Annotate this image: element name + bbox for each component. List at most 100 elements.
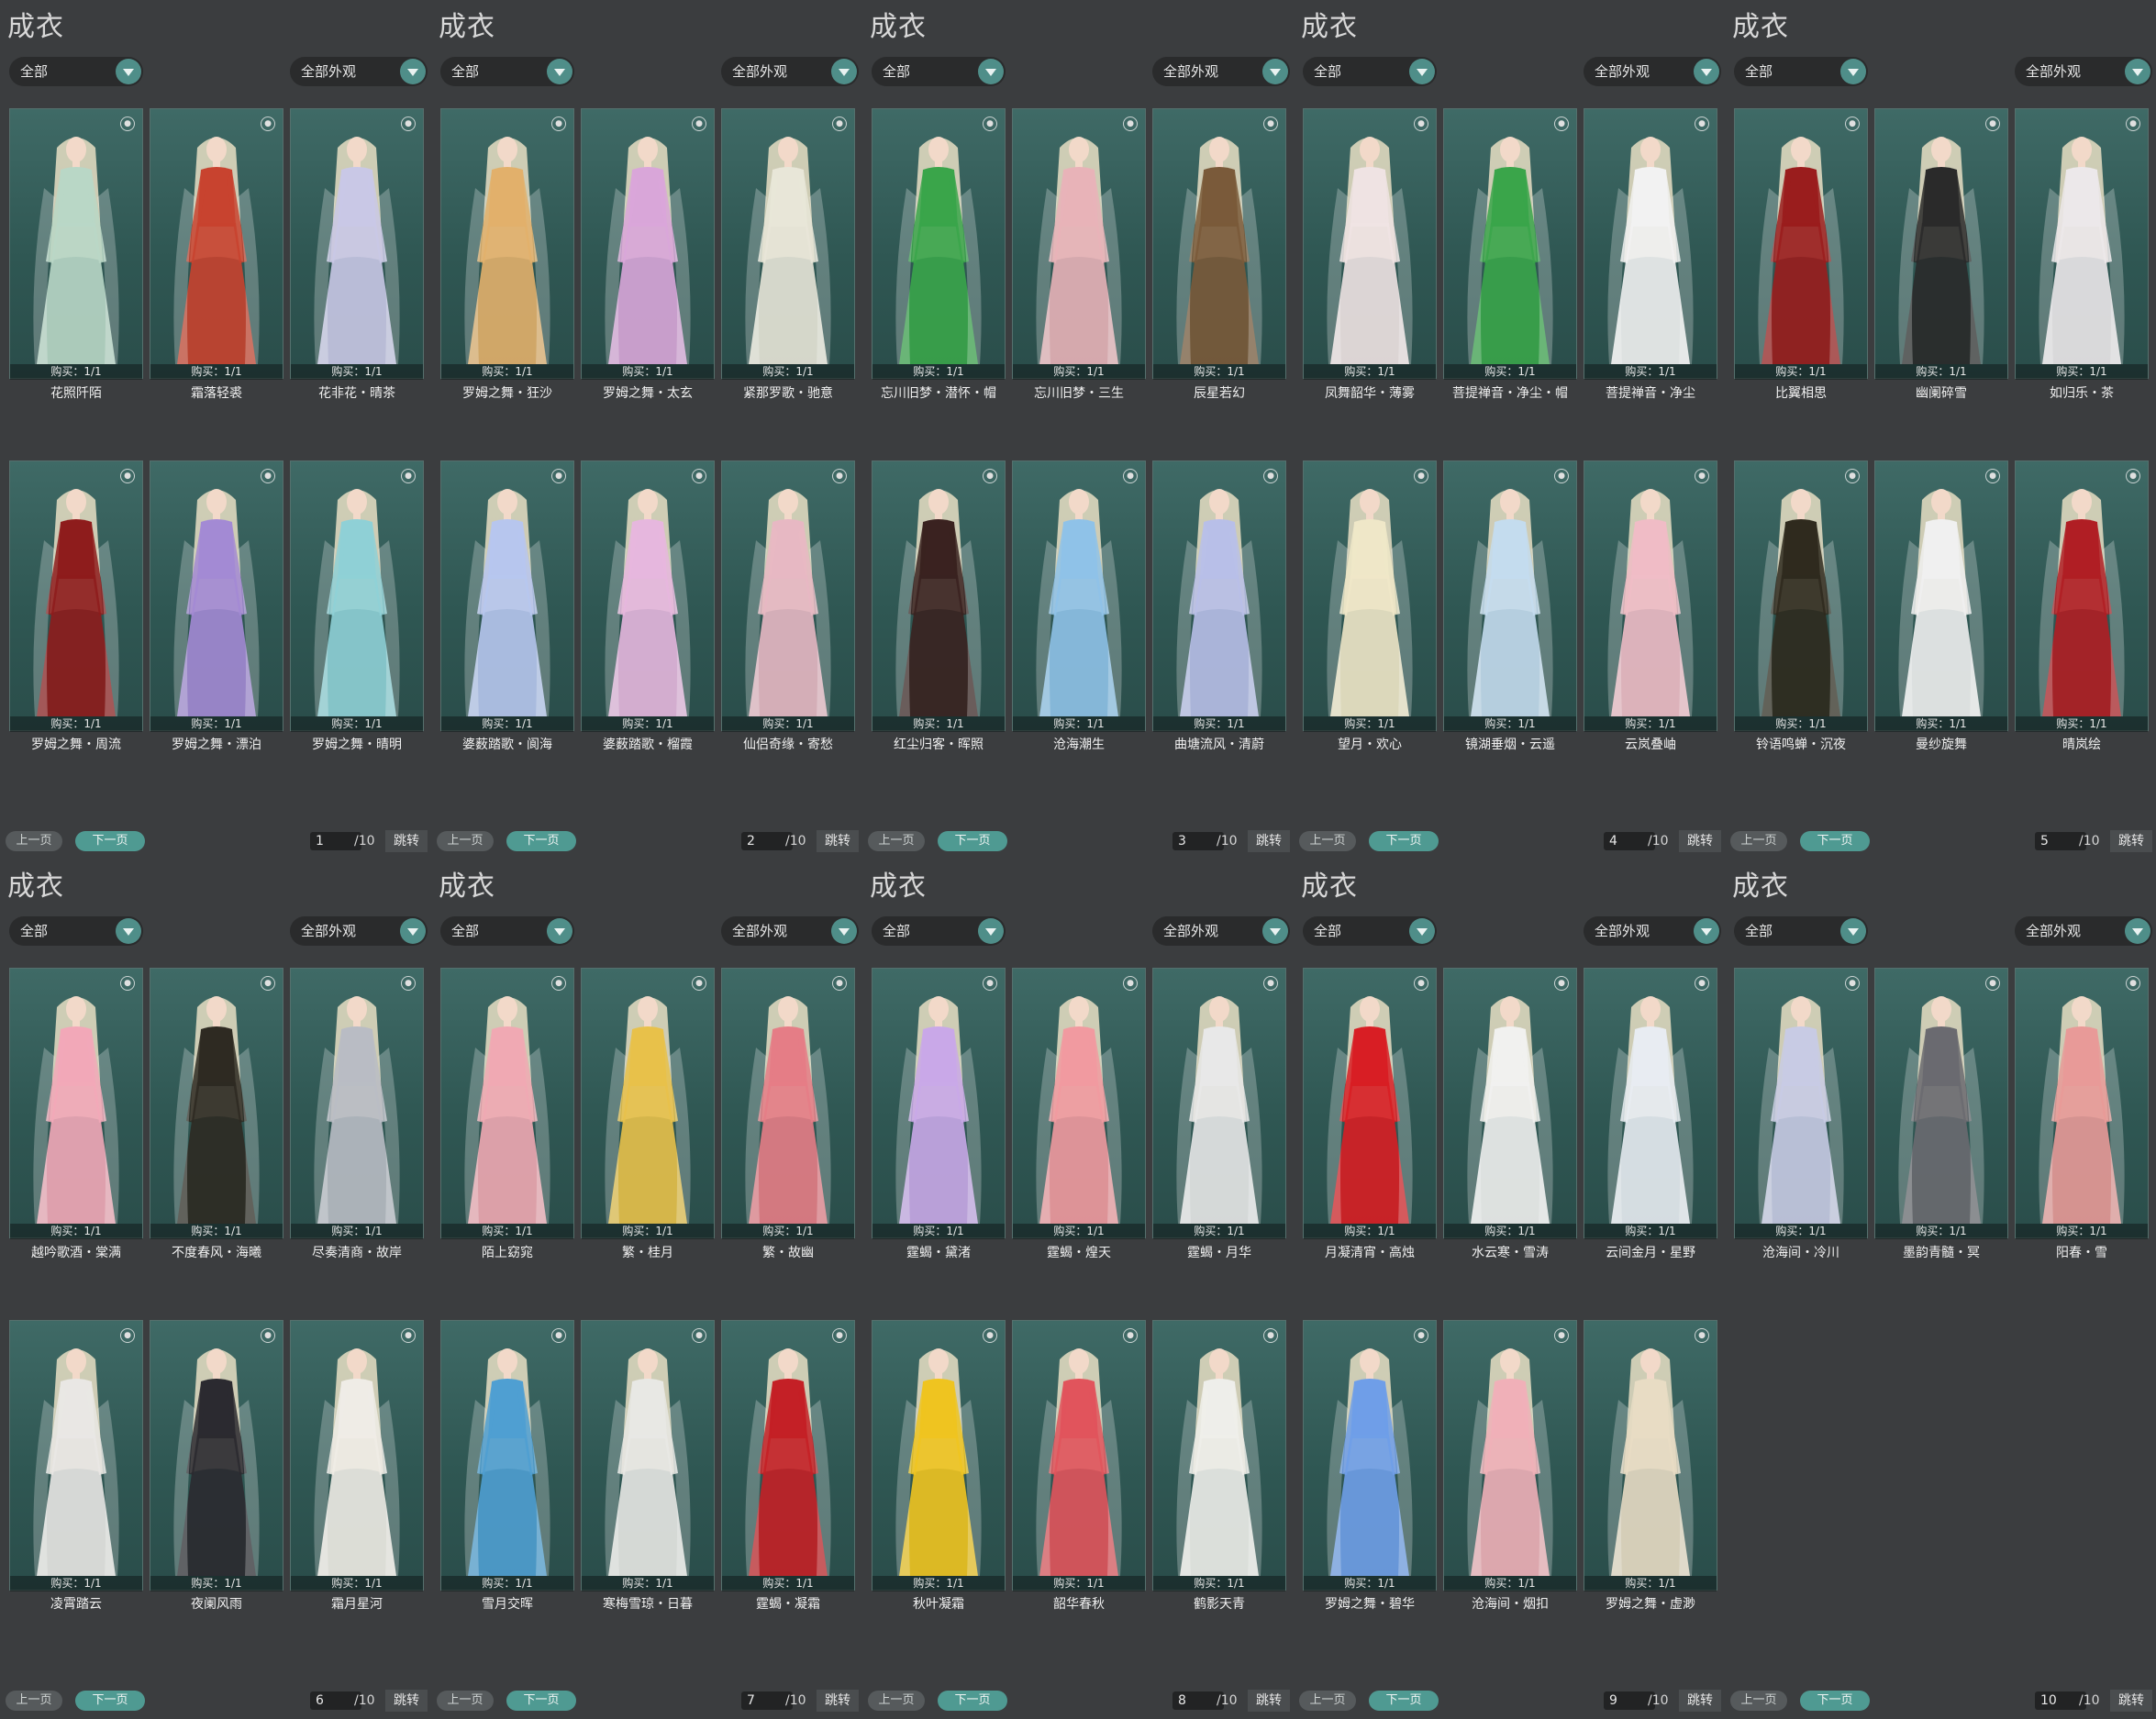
info-icon[interactable]: ●	[1554, 469, 1569, 483]
chevron-down-icon[interactable]	[547, 918, 572, 944]
prev-page-button[interactable]: 上一页	[1299, 1691, 1356, 1711]
outfit-card[interactable]: ● 购买：1/1	[721, 968, 855, 1239]
outfit-card[interactable]: ● 购买：1/1	[290, 460, 424, 732]
info-icon[interactable]: ●	[261, 976, 275, 991]
info-icon[interactable]: ●	[1554, 1328, 1569, 1343]
chevron-down-icon[interactable]	[831, 918, 857, 944]
jump-button[interactable]: 跳转	[817, 830, 859, 852]
chevron-down-icon[interactable]	[2125, 918, 2150, 944]
outfit-card[interactable]: ● 购买：1/1	[1303, 968, 1437, 1239]
info-icon[interactable]: ●	[1123, 116, 1138, 131]
next-page-button[interactable]: 下一页	[506, 1691, 576, 1711]
info-icon[interactable]: ●	[401, 116, 416, 131]
info-icon[interactable]: ●	[832, 976, 847, 991]
outfit-card[interactable]: ● 购买：1/1	[1874, 968, 2008, 1239]
info-icon[interactable]: ●	[401, 1328, 416, 1343]
outfit-card[interactable]: ● 购买：1/1	[721, 460, 855, 732]
outfit-card[interactable]: ● 购买：1/1	[9, 460, 143, 732]
info-icon[interactable]: ●	[120, 1328, 135, 1343]
outfit-card[interactable]: ● 购买：1/1	[9, 108, 143, 380]
jump-button[interactable]: 跳转	[385, 1690, 428, 1712]
info-icon[interactable]: ●	[1414, 116, 1428, 131]
category-dropdown[interactable]: 全部	[9, 916, 143, 946]
outfit-card[interactable]: ● 购买：1/1	[1874, 460, 2008, 732]
outfit-card[interactable]: ● 购买：1/1	[581, 1320, 715, 1591]
chevron-down-icon[interactable]	[1840, 59, 1866, 84]
outfit-card[interactable]: ● 购买：1/1	[440, 460, 574, 732]
chevron-down-icon[interactable]	[1694, 59, 1719, 84]
next-page-button[interactable]: 下一页	[938, 831, 1007, 851]
outfit-card[interactable]: ● 购买：1/1	[1012, 460, 1146, 732]
info-icon[interactable]: ●	[1123, 469, 1138, 483]
info-icon[interactable]: ●	[401, 976, 416, 991]
outfit-card[interactable]: ● 购买：1/1	[1152, 108, 1286, 380]
prev-page-button[interactable]: 上一页	[6, 1691, 62, 1711]
category-dropdown[interactable]: 全部	[440, 916, 574, 946]
appearance-dropdown[interactable]: 全部外观	[1152, 57, 1290, 86]
outfit-card[interactable]: ● 购买：1/1	[1584, 108, 1717, 380]
outfit-card[interactable]: ● 购买：1/1	[9, 1320, 143, 1591]
category-dropdown[interactable]: 全部	[440, 57, 574, 86]
info-icon[interactable]: ●	[1695, 976, 1709, 991]
info-icon[interactable]: ●	[261, 1328, 275, 1343]
outfit-card[interactable]: ● 购买：1/1	[1303, 460, 1437, 732]
appearance-dropdown[interactable]: 全部外观	[2015, 916, 2152, 946]
jump-button[interactable]: 跳转	[1248, 830, 1290, 852]
info-icon[interactable]: ●	[1695, 1328, 1709, 1343]
outfit-card[interactable]: ● 购买：1/1	[2015, 460, 2149, 732]
outfit-card[interactable]: ● 购买：1/1	[290, 968, 424, 1239]
info-icon[interactable]: ●	[1985, 469, 2000, 483]
next-page-button[interactable]: 下一页	[506, 831, 576, 851]
prev-page-button[interactable]: 上一页	[1299, 831, 1356, 851]
info-icon[interactable]: ●	[2126, 116, 2140, 131]
outfit-card[interactable]: ● 购买：1/1	[440, 968, 574, 1239]
jump-button[interactable]: 跳转	[1248, 1690, 1290, 1712]
info-icon[interactable]: ●	[832, 1328, 847, 1343]
info-icon[interactable]: ●	[1263, 976, 1278, 991]
info-icon[interactable]: ●	[832, 469, 847, 483]
info-icon[interactable]: ●	[261, 116, 275, 131]
appearance-dropdown[interactable]: 全部外观	[290, 57, 428, 86]
info-icon[interactable]: ●	[1414, 469, 1428, 483]
appearance-dropdown[interactable]: 全部外观	[721, 57, 859, 86]
info-icon[interactable]: ●	[551, 116, 566, 131]
info-icon[interactable]: ●	[120, 469, 135, 483]
outfit-card[interactable]: ● 购买：1/1	[1152, 1320, 1286, 1591]
jump-button[interactable]: 跳转	[1679, 1690, 1721, 1712]
info-icon[interactable]: ●	[983, 1328, 997, 1343]
outfit-card[interactable]: ● 购买：1/1	[1584, 968, 1717, 1239]
outfit-card[interactable]: ● 购买：1/1	[2015, 108, 2149, 380]
info-icon[interactable]: ●	[692, 116, 706, 131]
chevron-down-icon[interactable]	[978, 918, 1004, 944]
appearance-dropdown[interactable]: 全部外观	[1584, 916, 1721, 946]
chevron-down-icon[interactable]	[1694, 918, 1719, 944]
outfit-card[interactable]: ● 购买：1/1	[1303, 108, 1437, 380]
info-icon[interactable]: ●	[1414, 976, 1428, 991]
prev-page-button[interactable]: 上一页	[868, 831, 925, 851]
category-dropdown[interactable]: 全部	[1303, 916, 1437, 946]
outfit-card[interactable]: ● 购买：1/1	[581, 460, 715, 732]
appearance-dropdown[interactable]: 全部外观	[1584, 57, 1721, 86]
chevron-down-icon[interactable]	[1262, 918, 1288, 944]
outfit-card[interactable]: ● 购买：1/1	[150, 108, 283, 380]
outfit-card[interactable]: ● 购买：1/1	[872, 460, 1006, 732]
category-dropdown[interactable]: 全部	[1734, 57, 1868, 86]
info-icon[interactable]: ●	[1695, 116, 1709, 131]
prev-page-button[interactable]: 上一页	[437, 1691, 494, 1711]
outfit-card[interactable]: ● 购买：1/1	[581, 968, 715, 1239]
chevron-down-icon[interactable]	[2125, 59, 2150, 84]
info-icon[interactable]: ●	[261, 469, 275, 483]
info-icon[interactable]: ●	[692, 469, 706, 483]
outfit-card[interactable]: ● 购买：1/1	[1303, 1320, 1437, 1591]
info-icon[interactable]: ●	[1845, 469, 1860, 483]
jump-button[interactable]: 跳转	[817, 1690, 859, 1712]
outfit-card[interactable]: ● 购买：1/1	[440, 1320, 574, 1591]
outfit-card[interactable]: ● 购买：1/1	[2015, 968, 2149, 1239]
prev-page-button[interactable]: 上一页	[6, 831, 62, 851]
info-icon[interactable]: ●	[983, 469, 997, 483]
category-dropdown[interactable]: 全部	[1303, 57, 1437, 86]
appearance-dropdown[interactable]: 全部外观	[2015, 57, 2152, 86]
chevron-down-icon[interactable]	[547, 59, 572, 84]
info-icon[interactable]: ●	[1985, 116, 2000, 131]
outfit-card[interactable]: ● 购买：1/1	[9, 968, 143, 1239]
